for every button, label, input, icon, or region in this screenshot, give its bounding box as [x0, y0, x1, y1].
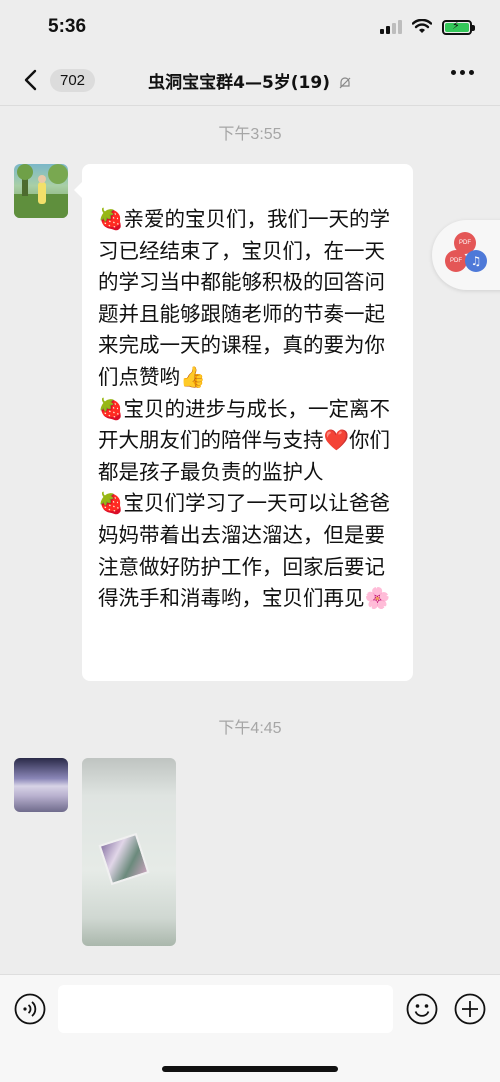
message-text: 🍓亲爱的宝贝们，我们一天的学习已经结束了，宝贝们，在一天的学习当中都能够积极的回…	[98, 207, 391, 611]
add-icon[interactable]	[454, 993, 486, 1025]
message-input[interactable]	[58, 985, 393, 1033]
image-message[interactable]	[82, 758, 176, 946]
avatar[interactable]	[14, 164, 68, 218]
image-content	[98, 832, 150, 886]
home-indicator	[162, 1066, 338, 1072]
avatar[interactable]	[14, 758, 68, 812]
status-bar: 5:36	[0, 0, 500, 54]
cellular-signal-icon	[380, 20, 402, 34]
wifi-icon	[412, 19, 432, 33]
chat-header: 702 虫洞宝宝群4—5岁(19)	[0, 54, 500, 106]
voice-input-icon[interactable]	[14, 993, 46, 1025]
message-bubble[interactable]: 🍓亲爱的宝贝们，我们一天的学习已经结束了，宝贝们，在一天的学习当中都能够积极的回…	[74, 164, 413, 681]
status-icons	[380, 19, 475, 35]
message-timestamp: 下午3:55	[218, 126, 282, 143]
status-time: 5:36	[48, 16, 87, 37]
pdf-badge: PDF	[445, 250, 467, 272]
chat-title: 虫洞宝宝群4—5岁(19)	[0, 68, 500, 93]
avatar-photo	[14, 164, 68, 218]
music-note-icon: ♫	[465, 250, 487, 272]
floating-file-widget[interactable]: PDF PDF ♫	[432, 220, 500, 290]
message-timestamp: 下午4:45	[218, 720, 282, 737]
battery-icon	[442, 19, 475, 35]
mute-bell-icon	[339, 77, 351, 89]
more-options-button[interactable]	[451, 70, 474, 75]
emoji-icon[interactable]	[406, 993, 438, 1025]
group-name: 虫洞宝宝群4—5岁(19)	[148, 73, 330, 93]
